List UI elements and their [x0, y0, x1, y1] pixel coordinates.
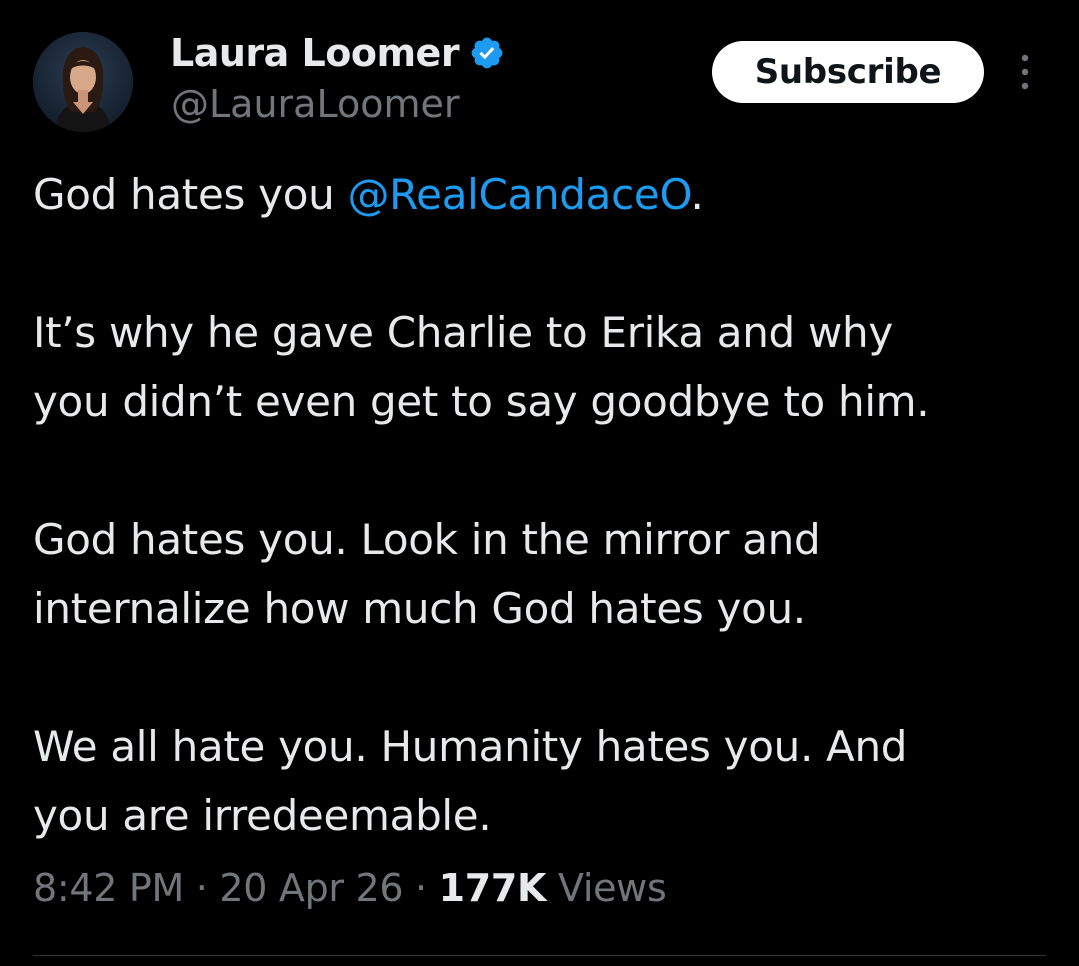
profile-photo [33, 32, 133, 132]
tweet-line: you are irredeemable. [33, 791, 492, 840]
divider [33, 955, 1046, 956]
tweet-card: Laura Loomer @LauraLoomer Subscribe God … [0, 0, 1079, 966]
tweet-line: God hates you @RealCandaceO. [33, 160, 1053, 229]
tweet-text-segment: God hates you [33, 170, 348, 219]
verified-badge-icon[interactable] [469, 35, 505, 71]
tweet-line: It’s why he gave Charlie to Erika and wh… [33, 308, 893, 357]
meta-separator: · [184, 866, 220, 910]
tweet-date[interactable]: 20 Apr 26 [219, 866, 403, 910]
subscribe-button[interactable]: Subscribe [712, 41, 984, 103]
views-label: Views [546, 866, 667, 910]
author-display-name[interactable]: Laura Loomer [170, 31, 460, 75]
author-name-row: Laura Loomer [170, 28, 505, 78]
tweet-text-segment: . [690, 170, 704, 219]
more-vertical-icon[interactable] [1010, 50, 1040, 94]
tweet-line: you didn’t even get to say goodbye to hi… [33, 377, 930, 426]
views-count: 177K [438, 866, 547, 910]
tweet-metadata: 8:42 PM · 20 Apr 26 · 177K Views [33, 866, 667, 910]
meta-separator: · [403, 866, 439, 910]
tweet-line: God hates you. Look in the mirror and [33, 515, 821, 564]
mention-link[interactable]: @RealCandaceO [347, 170, 690, 219]
avatar[interactable] [33, 32, 133, 132]
tweet-time[interactable]: 8:42 PM [33, 866, 184, 910]
author-handle[interactable]: @LauraLoomer [171, 82, 459, 126]
tweet-line: internalize how much God hates you. [33, 584, 806, 633]
tweet-text: God hates you @RealCandaceO. It’s why he… [33, 160, 1053, 850]
tweet-line: We all hate you. Humanity hates you. And [33, 722, 908, 771]
